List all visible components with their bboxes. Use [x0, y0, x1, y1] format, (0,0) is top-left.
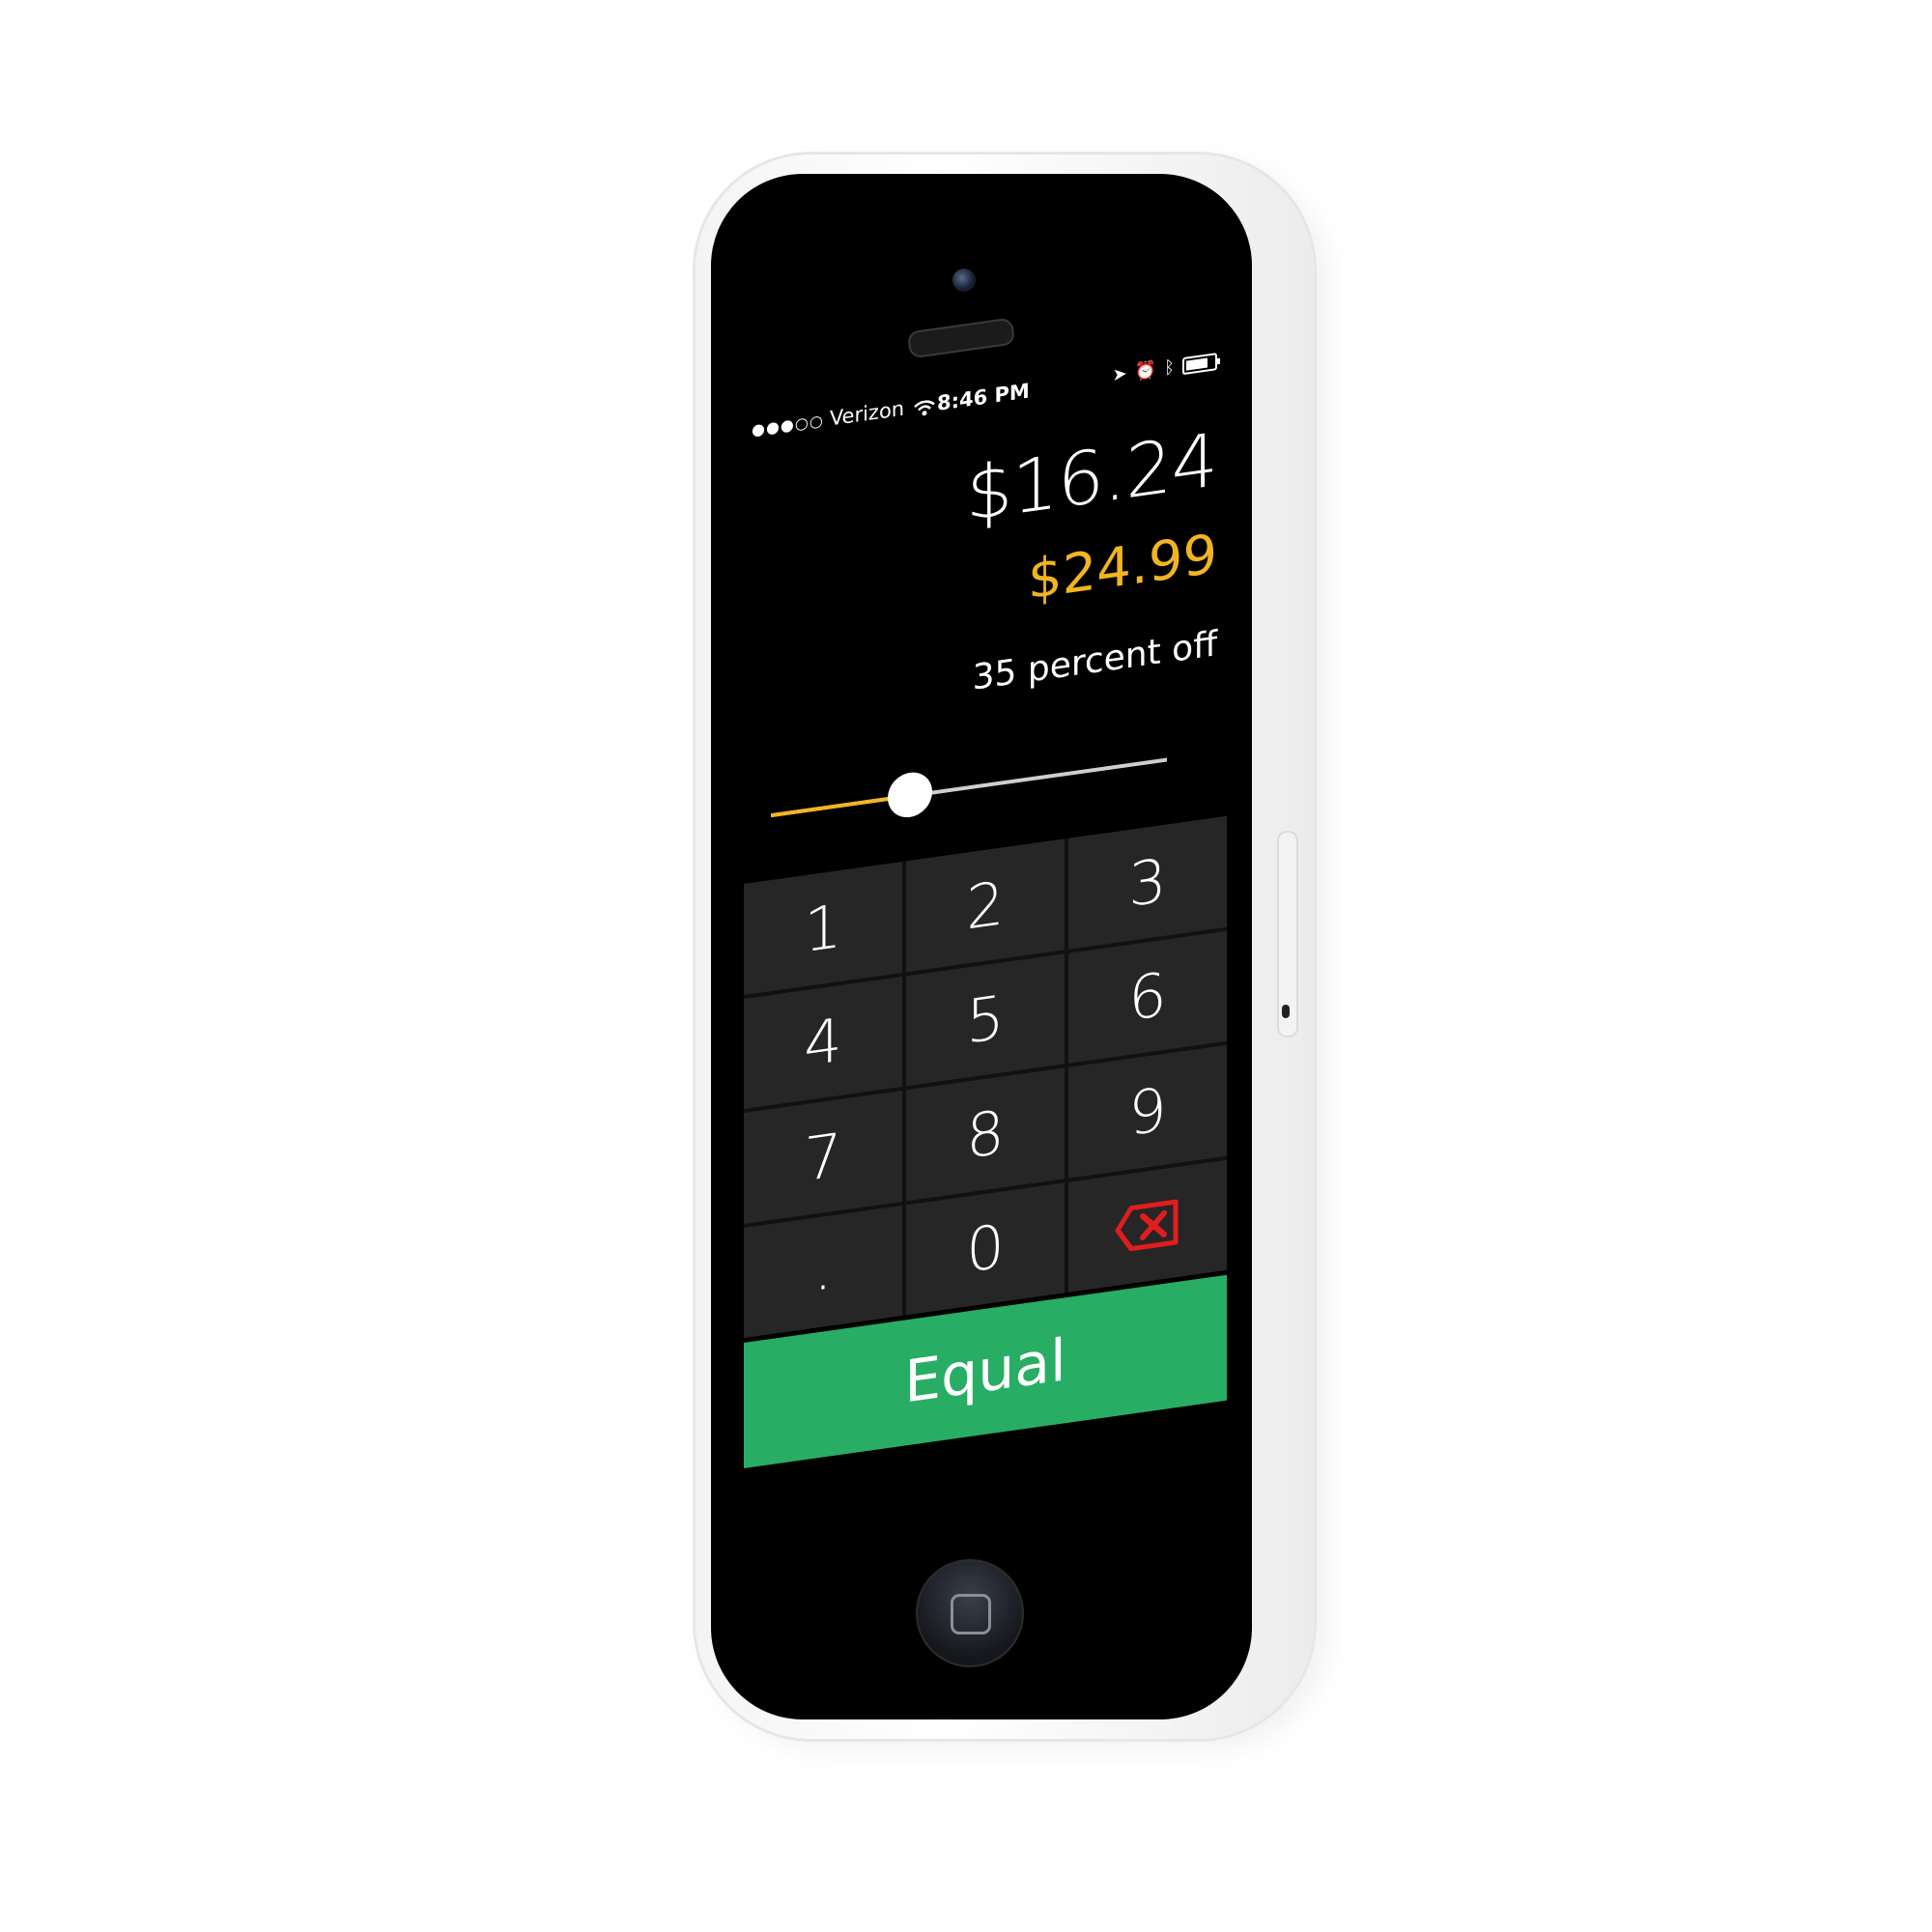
number-keypad: 1 2 3 4 5 6 7 8 9 . 0: [744, 815, 1227, 1338]
key-6[interactable]: 6: [1068, 930, 1227, 1064]
location-arrow-icon: ➤: [1112, 363, 1127, 386]
key-7[interactable]: 7: [744, 1090, 902, 1224]
key-9[interactable]: 9: [1068, 1044, 1227, 1179]
status-right: ➤ ⏰ ᛒ: [1113, 351, 1217, 385]
bluetooth-icon: ᛒ: [1164, 356, 1175, 379]
result-amount: $16.24: [966, 416, 1217, 538]
delete-icon: [1115, 1199, 1179, 1251]
carrier-name: Verizon: [829, 396, 905, 431]
home-button[interactable]: [916, 1559, 1024, 1667]
key-0[interactable]: 0: [906, 1181, 1065, 1316]
key-5[interactable]: 5: [906, 952, 1065, 1087]
key-8[interactable]: 8: [906, 1067, 1065, 1201]
wifi-icon: [914, 396, 935, 416]
key-3[interactable]: 3: [1068, 815, 1227, 950]
status-left: ●●●○○ Verizon: [752, 392, 935, 441]
slider-thumb[interactable]: [887, 769, 932, 821]
front-camera-icon: [952, 269, 976, 292]
side-hole: [1282, 1005, 1290, 1018]
discount-label: 35 percent off: [972, 624, 1217, 698]
app-screen: ●●●○○ Verizon 8:46 PM ➤ ⏰ ᛒ $16.24 $24.9…: [744, 338, 1227, 1497]
original-price: $24.99: [1028, 523, 1217, 612]
status-time: 8:46 PM: [937, 379, 1030, 415]
delete-button[interactable]: [1068, 1159, 1227, 1293]
home-square-icon: [951, 1594, 991, 1634]
signal-strength: ●●●○○: [752, 410, 824, 440]
key-1[interactable]: 1: [744, 861, 902, 995]
key-decimal[interactable]: .: [744, 1205, 902, 1338]
alarm-icon: ⏰: [1134, 358, 1157, 384]
discount-slider[interactable]: [771, 742, 1167, 833]
battery-icon: [1182, 352, 1217, 375]
key-4[interactable]: 4: [744, 976, 902, 1109]
key-2[interactable]: 2: [906, 838, 1065, 972]
